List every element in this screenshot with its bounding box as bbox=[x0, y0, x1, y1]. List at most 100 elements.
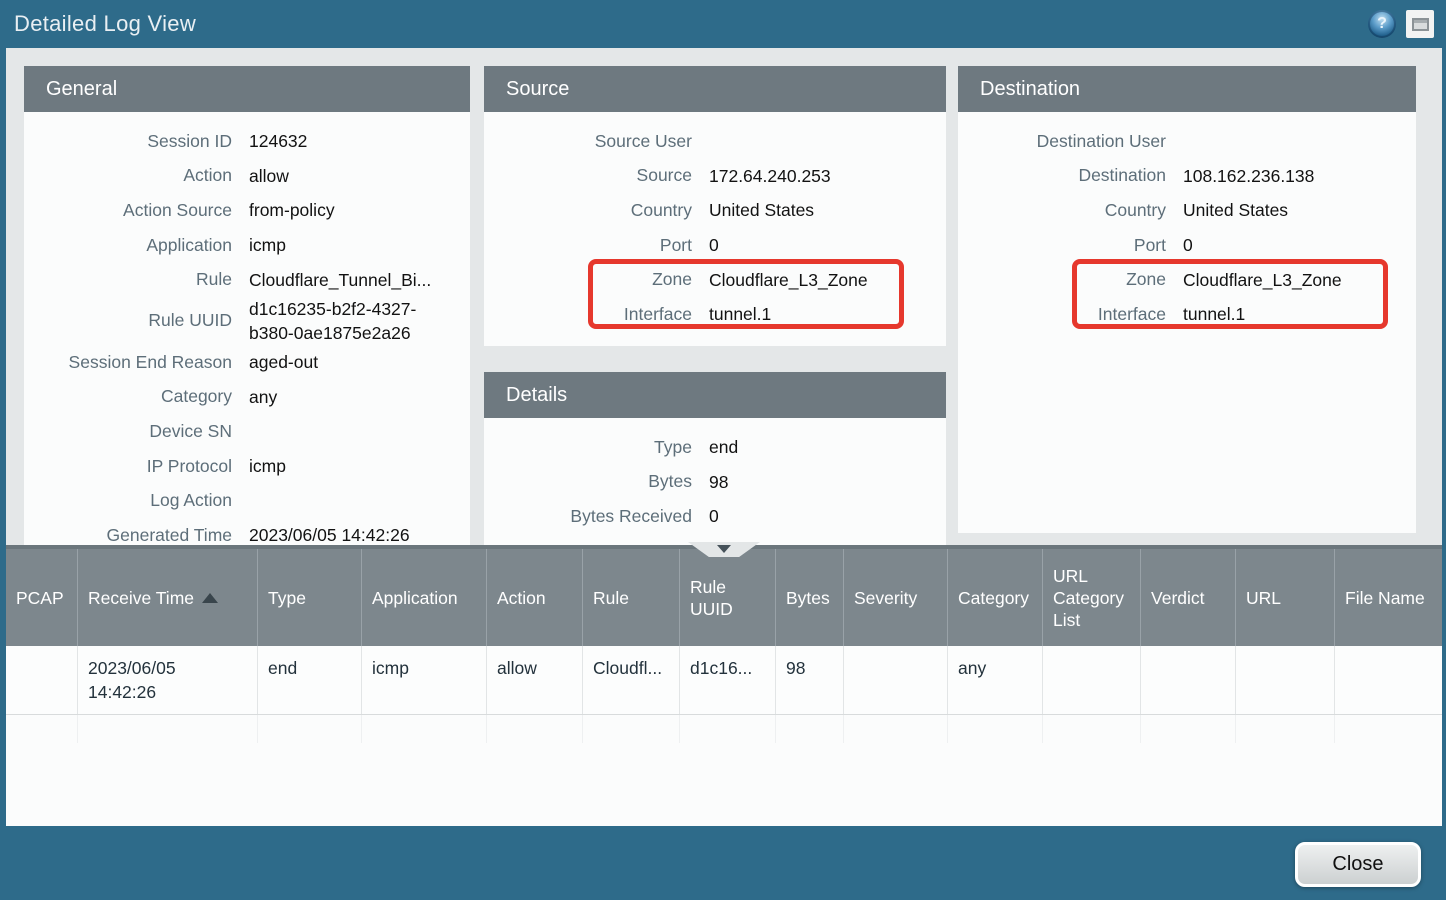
field-value: end bbox=[709, 435, 934, 459]
field-label: Interface bbox=[970, 304, 1166, 325]
help-icon[interactable]: ? bbox=[1368, 10, 1396, 38]
field-label: Bytes bbox=[496, 471, 692, 492]
field-bytes: Bytes 98 bbox=[484, 465, 946, 500]
field-zone: ZoneCloudflare_L3_Zone bbox=[484, 262, 946, 297]
field-destination: Destination108.162.236.138 bbox=[958, 159, 1416, 194]
panel-general-header: General bbox=[24, 66, 470, 112]
column-header-url-category-list[interactable]: URL Category List bbox=[1043, 549, 1141, 646]
field-label: Log Action bbox=[36, 490, 232, 511]
field-action: Action allow bbox=[24, 159, 470, 194]
empty-table-row bbox=[6, 715, 1442, 743]
cell-file-name bbox=[1335, 646, 1442, 714]
field-type: Typeend bbox=[484, 430, 946, 465]
help-glyph: ? bbox=[1377, 15, 1387, 33]
field-label: Port bbox=[970, 235, 1166, 256]
column-label: Bytes bbox=[786, 587, 830, 609]
panel-source: Source Source User Source172.64.240.253 … bbox=[484, 66, 946, 346]
field-rule-uuid: Rule UUIDd1c16235-b2f2-4327-b380-0ae1875… bbox=[24, 297, 470, 345]
field-label: IP Protocol bbox=[36, 456, 232, 477]
log-table-row[interactable]: 2023/06/05 14:42:26 end icmp allow Cloud… bbox=[6, 646, 1442, 715]
column-header-action[interactable]: Action bbox=[487, 549, 583, 646]
column-label: URL Category List bbox=[1053, 565, 1130, 631]
cell-rule: Cloudfl... bbox=[583, 646, 680, 714]
field-label: Country bbox=[970, 200, 1166, 221]
cell-category: any bbox=[948, 646, 1043, 714]
field-label: Bytes Received bbox=[496, 506, 692, 527]
field-label: Destination bbox=[970, 165, 1166, 186]
dialog-content: General Session ID 124632 Action allow Act… bbox=[6, 48, 1442, 826]
field-source-user: Source User bbox=[484, 124, 946, 159]
field-label: Destination User bbox=[970, 131, 1166, 152]
column-label: File Name bbox=[1345, 587, 1425, 609]
column-header-receive-time[interactable]: Receive Time bbox=[78, 549, 258, 646]
field-value: from-policy bbox=[249, 198, 458, 222]
field-ip-protocol: IP Protocolicmp bbox=[24, 449, 470, 484]
field-interface: Interface tunnel.1 bbox=[484, 297, 946, 332]
field-rule: RuleCloudflare_Tunnel_Bi... bbox=[24, 262, 470, 297]
sort-ascending-icon bbox=[202, 593, 218, 603]
dialog-title: Detailed Log View bbox=[0, 11, 196, 37]
column-header-severity[interactable]: Severity bbox=[844, 549, 948, 646]
column-label: PCAP bbox=[16, 587, 64, 609]
panel-details-header: Details bbox=[484, 372, 946, 418]
field-label: Session ID bbox=[36, 131, 232, 152]
column-header-file-name[interactable]: File Name bbox=[1335, 549, 1442, 646]
panel-destination: Destination Destination User Destination… bbox=[958, 66, 1416, 533]
titlebar-icons: ? bbox=[1368, 10, 1446, 38]
field-value: 124632 bbox=[249, 129, 458, 153]
column-label: Application bbox=[372, 587, 458, 609]
field-label: Session End Reason bbox=[36, 352, 232, 373]
field-log-action: Log Action bbox=[24, 483, 470, 518]
field-value: 0 bbox=[709, 504, 934, 528]
field-device-sn: Device SN bbox=[24, 414, 470, 449]
log-table-header: PCAP Receive Time Type Application Actio… bbox=[6, 545, 1442, 646]
field-value: d1c16235-b2f2-4327-b380-0ae1875e2a26 bbox=[249, 297, 458, 345]
field-category: Categoryany bbox=[24, 380, 470, 415]
column-header-bytes[interactable]: Bytes bbox=[776, 549, 844, 646]
field-value: 98 bbox=[709, 470, 934, 494]
panel-destination-body: Destination User Destination108.162.236.… bbox=[958, 112, 1416, 332]
panel-destination-header: Destination bbox=[958, 66, 1416, 112]
field-label: Action bbox=[36, 165, 232, 186]
field-country: CountryUnited States bbox=[484, 193, 946, 228]
field-value: allow bbox=[249, 164, 458, 188]
column-header-category[interactable]: Category bbox=[948, 549, 1043, 646]
field-label: Rule bbox=[36, 269, 232, 290]
field-value: Cloudflare_L3_Zone bbox=[1183, 268, 1404, 292]
cell-pcap bbox=[6, 646, 78, 714]
field-value: any bbox=[249, 385, 458, 409]
column-header-application[interactable]: Application bbox=[362, 549, 487, 646]
field-value: United States bbox=[709, 198, 934, 222]
column-header-type[interactable]: Type bbox=[258, 549, 362, 646]
field-session-id: Session ID 124632 bbox=[24, 124, 470, 159]
column-label: Category bbox=[958, 587, 1029, 609]
field-label: Port bbox=[496, 235, 692, 256]
column-header-rule[interactable]: Rule bbox=[583, 549, 680, 646]
column-header-pcap[interactable]: PCAP bbox=[6, 549, 78, 646]
column-header-verdict[interactable]: Verdict bbox=[1141, 549, 1236, 646]
panel-source-body: Source User Source172.64.240.253 Country… bbox=[484, 112, 946, 332]
field-label: Interface bbox=[496, 304, 692, 325]
field-value: tunnel.1 bbox=[709, 302, 934, 326]
field-label: Zone bbox=[970, 269, 1166, 290]
panel-details-body: Typeend Bytes 98 Bytes Received 0 bbox=[484, 418, 946, 534]
field-destination-user: Destination User bbox=[958, 124, 1416, 159]
panel-general-body: Session ID 124632 Action allow Action Sour… bbox=[24, 112, 470, 545]
field-country: CountryUnited States bbox=[958, 193, 1416, 228]
cell-severity bbox=[844, 646, 948, 714]
field-value: 0 bbox=[709, 233, 934, 257]
column-header-url[interactable]: URL bbox=[1236, 549, 1335, 646]
cell-receive-time: 2023/06/05 14:42:26 bbox=[78, 646, 258, 714]
column-header-rule-uuid[interactable]: Rule UUID bbox=[680, 549, 776, 646]
close-button[interactable]: Close bbox=[1295, 842, 1421, 887]
column-label: Action bbox=[497, 587, 546, 609]
field-interface: Interface tunnel.1 bbox=[958, 297, 1416, 332]
column-label: Type bbox=[268, 587, 306, 609]
field-value: icmp bbox=[249, 233, 458, 257]
field-label: Action Source bbox=[36, 200, 232, 221]
field-value: tunnel.1 bbox=[1183, 302, 1404, 326]
column-label: Rule bbox=[593, 587, 629, 609]
window-restore-icon[interactable] bbox=[1406, 10, 1434, 38]
cell-application: icmp bbox=[362, 646, 487, 714]
field-value: 2023/06/05 14:42:26 bbox=[249, 523, 458, 545]
